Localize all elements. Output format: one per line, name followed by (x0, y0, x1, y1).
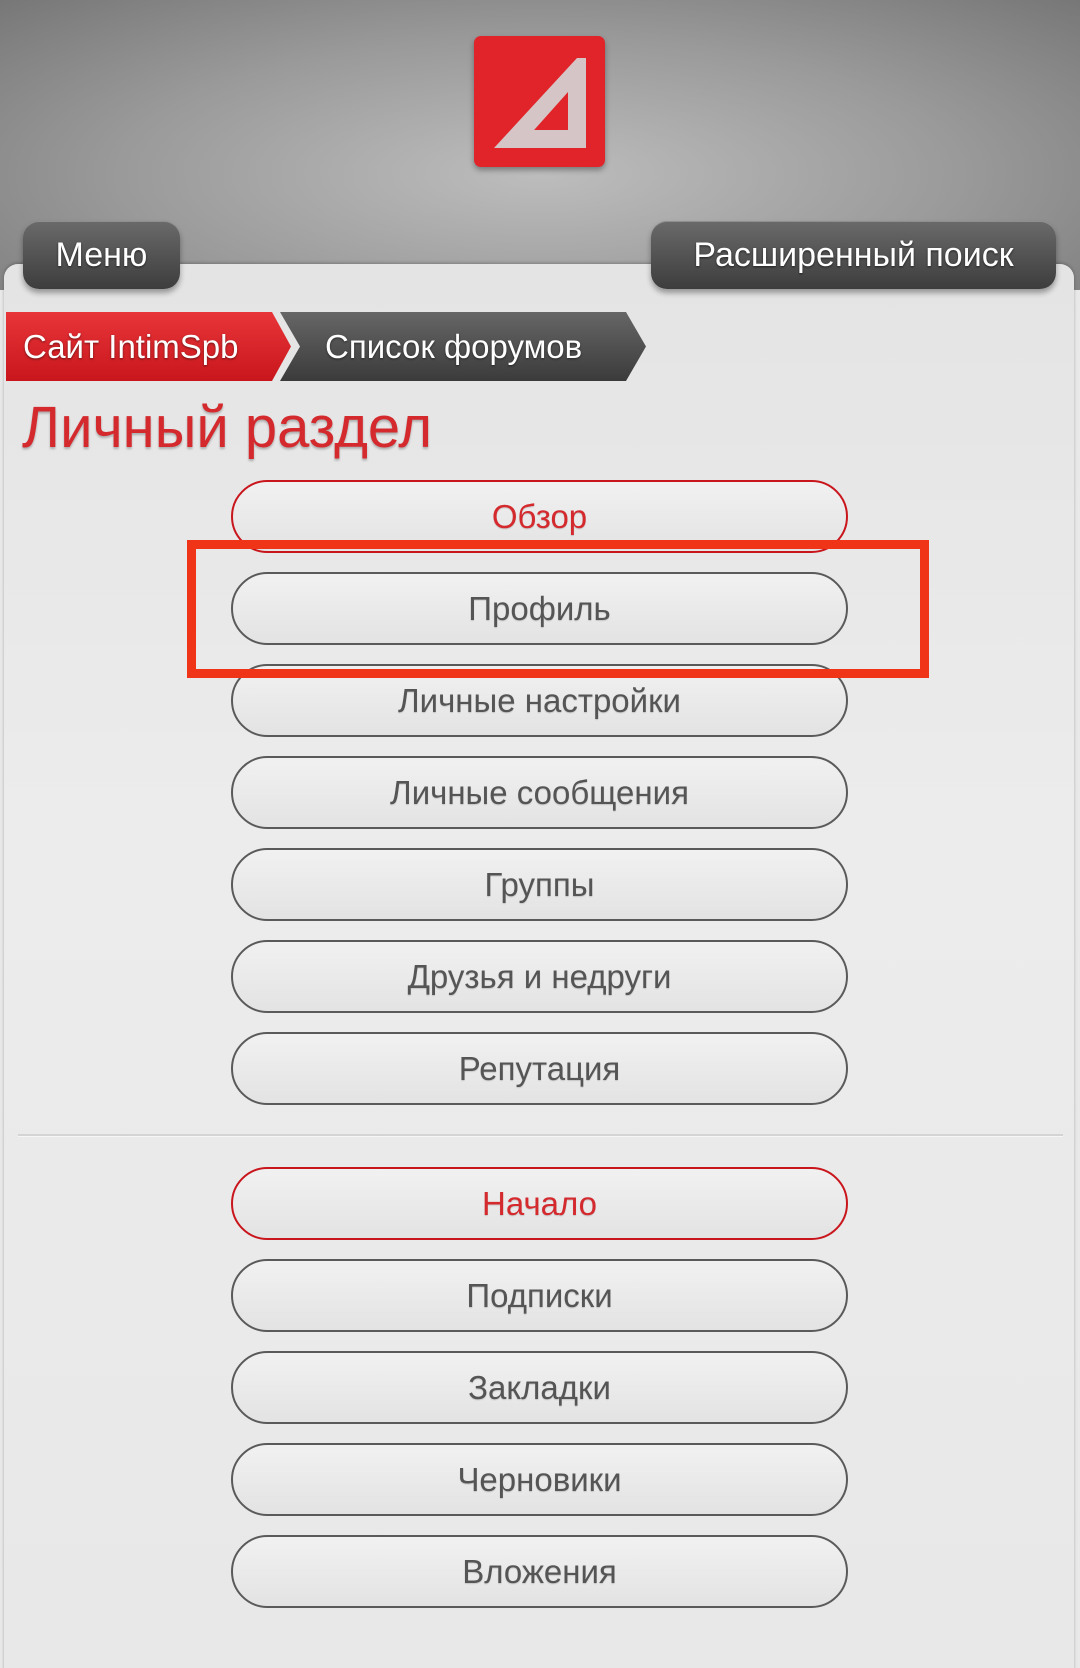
nav-attachments-button[interactable]: Вложения (231, 1535, 848, 1608)
section-divider (18, 1134, 1063, 1137)
nav-personal-settings-button[interactable]: Личные настройки (231, 664, 848, 737)
nav-drafts-button[interactable]: Черновики (231, 1443, 848, 1516)
nav-profile-button[interactable]: Профиль (231, 572, 848, 645)
breadcrumb-forums[interactable]: Список форумов (280, 312, 646, 381)
nav-start-button[interactable]: Начало (231, 1167, 848, 1240)
logo-a-icon (494, 58, 586, 148)
breadcrumb-site[interactable]: Сайт IntimSpb (6, 312, 291, 381)
nav-bookmarks-button[interactable]: Закладки (231, 1351, 848, 1424)
brand-logo[interactable] (474, 36, 605, 167)
page-title: Личный раздел (22, 395, 433, 460)
nav-friends-foes-button[interactable]: Друзья и недруги (231, 940, 848, 1013)
nav-reputation-button[interactable]: Репутация (231, 1032, 848, 1105)
nav-subscriptions-button[interactable]: Подписки (231, 1259, 848, 1332)
nav-overview-button[interactable]: Обзор (231, 480, 848, 553)
menu-button[interactable]: Меню (23, 221, 180, 289)
advanced-search-button[interactable]: Расширенный поиск (651, 221, 1056, 289)
nav-private-messages-button[interactable]: Личные сообщения (231, 756, 848, 829)
nav-groups-button[interactable]: Группы (231, 848, 848, 921)
